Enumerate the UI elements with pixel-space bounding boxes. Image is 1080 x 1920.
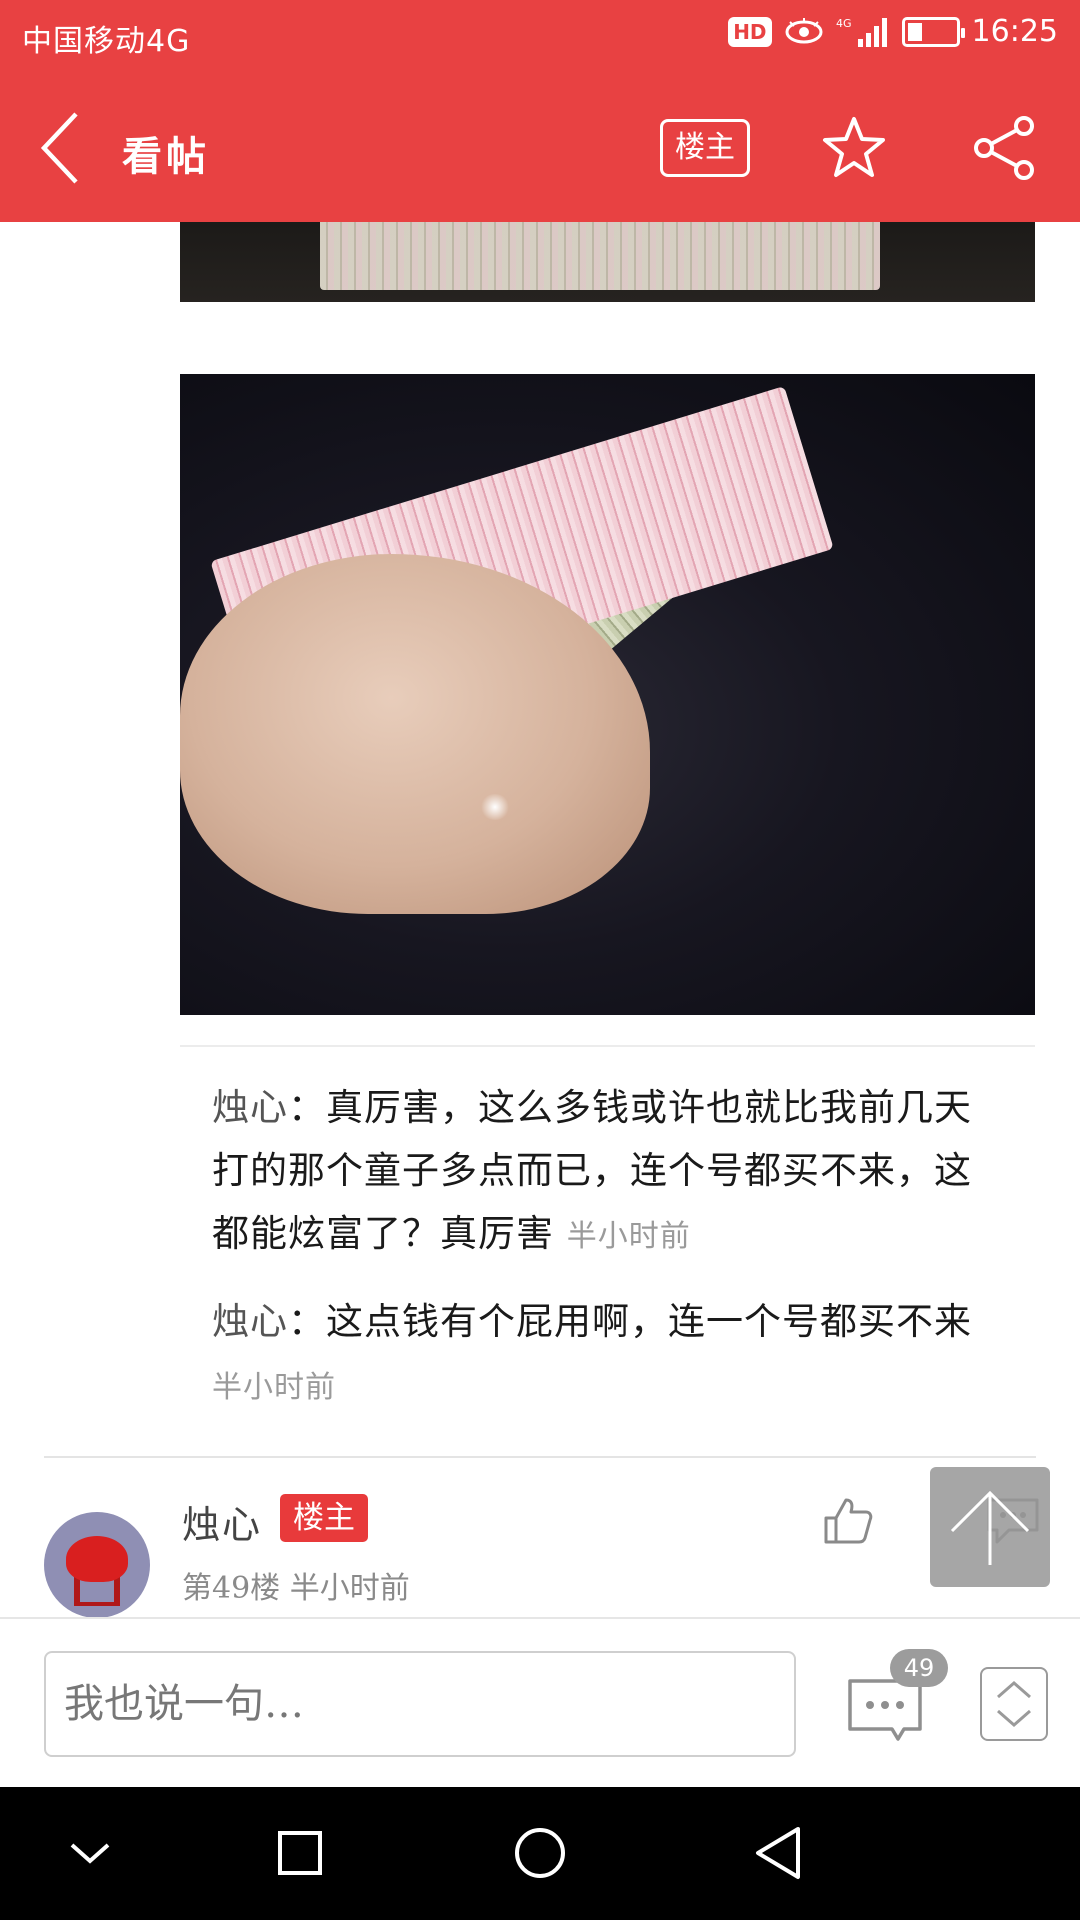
sub-reply-author[interactable]: 烛心 [212,1086,288,1129]
arrow-up-icon [950,1490,1030,1565]
status-bar: 中国移动4G HD 4G 16:25 [0,0,1080,74]
hd-icon: HD [728,16,772,47]
favorite-button[interactable] [820,114,888,182]
thumbs-up-icon [824,1498,873,1544]
sub-reply-separator: ： [288,1086,326,1129]
star-icon [823,117,885,177]
sub-reply-separator: ： [288,1300,326,1343]
chevron-up-down-icon [997,1681,1031,1727]
divider [180,1045,1035,1047]
reply-input-bar: 我也说一句… 49 [0,1617,1080,1787]
clock: 16:25 [971,14,1058,49]
sub-reply-text: 这点钱有个屁用啊，连一个号都买不来 [326,1300,972,1343]
floor-info: 第49楼 半小时前 [182,1563,410,1607]
share-button[interactable] [970,114,1038,182]
eye-comfort-icon [785,17,823,43]
sub-reply-time: 半小时前 [212,1370,336,1405]
like-button[interactable] [822,1496,874,1546]
carrier-label: 中国移动4G [22,24,191,59]
page-up-down-button[interactable] [980,1667,1048,1741]
status-icons: HD 4G 16:25 [728,14,1058,49]
hide-nav-button[interactable] [50,1813,130,1893]
signal-icon: 4G [836,17,887,47]
floor-time: 半小时前 [289,1571,410,1606]
op-badge: 楼主 [280,1494,368,1542]
back-button[interactable] [34,110,94,186]
signal-4g-label: 4G [836,17,852,30]
app-bar: 看帖 楼主 [0,74,1080,222]
circle-icon [515,1828,565,1878]
battery-icon [901,16,965,47]
post-image-cash-stack[interactable] [180,222,1035,302]
author-only-button[interactable]: 楼主 [660,119,750,177]
page-title: 看帖 [122,133,210,180]
sub-reply[interactable]: 烛心：真厉害，这么多钱或许也就比我前几天打的那个童子多点而已，连个号都买不来，这… [212,1076,992,1268]
avatar[interactable] [44,1512,150,1618]
back-arrow-icon [40,112,78,184]
floor-divider [44,1456,1036,1458]
chevron-down-icon [70,1843,110,1864]
system-nav-bar [0,1787,1080,1920]
sub-reply-time: 半小时前 [566,1219,691,1254]
reply-input[interactable]: 我也说一句… [44,1651,796,1757]
sub-reply-author[interactable]: 烛心 [212,1300,288,1343]
post-image-hand-holding-cash[interactable] [180,374,1035,1015]
floor-author-name[interactable]: 烛心 [182,1494,262,1549]
share-icon [974,116,1034,180]
floor-number: 第49楼 [182,1571,281,1606]
comment-count-badge: 49 [890,1649,948,1687]
sub-reply[interactable]: 烛心：这点钱有个屁用啊，连一个号都买不来 半小时前 [212,1290,992,1419]
home-button[interactable] [500,1813,580,1893]
recents-button[interactable] [260,1813,340,1893]
triangle-back-icon [756,1827,800,1879]
back-to-top-button[interactable] [930,1467,1050,1587]
back-nav-button[interactable] [740,1813,820,1893]
square-icon [278,1831,322,1875]
